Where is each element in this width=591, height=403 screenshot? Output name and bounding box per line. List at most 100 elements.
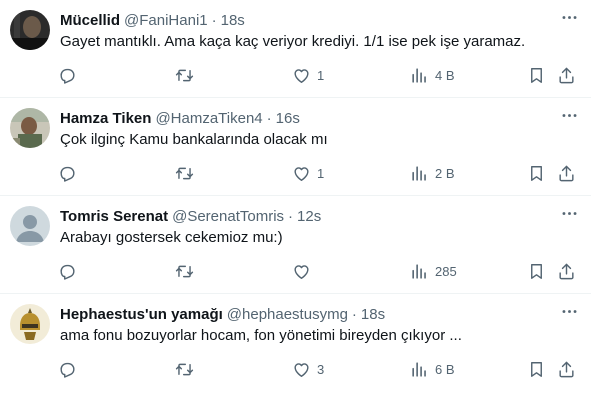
bookmark-icon [527, 164, 546, 183]
bookmark-icon [527, 66, 546, 85]
user-handle[interactable]: @hephaestusymg [227, 306, 348, 323]
reply-button[interactable] [58, 62, 77, 88]
separator-dot: · [351, 305, 357, 323]
reply-icon [58, 164, 77, 183]
like-heart-icon [292, 66, 311, 85]
like-heart-icon [292, 262, 311, 281]
action-bar: 1 4 B [48, 62, 583, 88]
views-bar-chart-icon [410, 262, 429, 281]
action-bar: 1 2 B [48, 160, 583, 186]
action-bar: 3 6 B [48, 356, 583, 382]
views-bar-chart-icon [410, 360, 429, 379]
share-button[interactable] [557, 160, 576, 186]
separator-dot: · [211, 11, 217, 29]
retweet-icon [175, 360, 194, 379]
share-button[interactable] [557, 62, 576, 88]
like-button[interactable] [292, 258, 317, 284]
reply-tweet[interactable]: Hamza Tiken @HamzaTiken4 · 16s Çok ilgin… [0, 98, 591, 196]
reply-tweet[interactable]: Mücellid @FaniHani1 · 18s Gayet mantıklı… [0, 0, 591, 98]
reply-tweet[interactable]: Hephaestus'un yamağı @hephaestusymg · 18… [0, 294, 591, 392]
tweet-header: Hamza Tiken @HamzaTiken4 · 16s [60, 108, 579, 128]
reply-button[interactable] [58, 258, 77, 284]
like-count: 1 [317, 67, 325, 83]
like-heart-icon [292, 360, 311, 379]
timestamp[interactable]: 12s [297, 208, 321, 225]
avatar[interactable] [10, 108, 50, 148]
views-bar-chart-icon [410, 66, 429, 85]
bookmark-icon [527, 360, 546, 379]
display-name[interactable]: Tomris Serenat [60, 208, 168, 225]
bookmark-button[interactable] [527, 160, 546, 186]
view-count: 6 B [435, 361, 455, 377]
user-handle[interactable]: @SerenatTomris [172, 208, 284, 225]
views-button[interactable]: 4 B [410, 62, 455, 88]
tweet-header: Mücellid @FaniHani1 · 18s [60, 10, 579, 30]
retweet-button[interactable] [175, 258, 194, 284]
retweet-button[interactable] [175, 160, 194, 186]
display-name[interactable]: Hamza Tiken [60, 110, 151, 127]
timestamp[interactable]: 18s [221, 12, 245, 29]
user-handle[interactable]: @FaniHani1 [124, 12, 208, 29]
reply-button[interactable] [58, 160, 77, 186]
tweet-text: Arabayı gostersek cekemioz mu:) [60, 229, 283, 246]
like-heart-icon [292, 164, 311, 183]
more-options-button[interactable] [557, 204, 581, 228]
user-handle[interactable]: @HamzaTiken4 [155, 110, 262, 127]
share-icon [557, 262, 576, 281]
reply-icon [58, 262, 77, 281]
views-button[interactable]: 6 B [410, 356, 455, 382]
more-horizontal-icon [560, 8, 579, 32]
reply-icon [58, 360, 77, 379]
action-bar: 285 [48, 258, 583, 284]
like-count: 3 [317, 361, 325, 377]
more-horizontal-icon [560, 302, 579, 326]
retweet-icon [175, 262, 194, 281]
bookmark-button[interactable] [527, 258, 546, 284]
more-horizontal-icon [560, 204, 579, 228]
view-count: 4 B [435, 67, 455, 83]
retweet-icon [175, 164, 194, 183]
share-icon [557, 360, 576, 379]
retweet-icon [175, 66, 194, 85]
separator-dot: · [266, 109, 272, 127]
more-options-button[interactable] [557, 106, 581, 130]
reply-feed: Mücellid @FaniHani1 · 18s Gayet mantıklı… [0, 0, 591, 392]
share-button[interactable] [557, 258, 576, 284]
views-bar-chart-icon [410, 164, 429, 183]
bookmark-button[interactable] [527, 62, 546, 88]
view-count: 285 [435, 263, 457, 279]
tweet-text: Gayet mantıklı. Ama kaça kaç veriyor kre… [60, 33, 526, 50]
bookmark-button[interactable] [527, 356, 546, 382]
more-options-button[interactable] [557, 302, 581, 326]
more-options-button[interactable] [557, 8, 581, 32]
more-horizontal-icon [560, 106, 579, 130]
retweet-button[interactable] [175, 356, 194, 382]
like-button[interactable]: 1 [292, 62, 324, 88]
like-button[interactable]: 3 [292, 356, 324, 382]
tweet-text: Çok ilginç Kamu bankalarında olacak mı [60, 131, 328, 148]
reply-button[interactable] [58, 356, 77, 382]
tweet-header: Hephaestus'un yamağı @hephaestusymg · 18… [60, 304, 579, 324]
like-button[interactable]: 1 [292, 160, 324, 186]
tweet-text: ama fonu bozuyorlar hocam, fon yönetimi … [60, 327, 462, 344]
reply-icon [58, 66, 77, 85]
reply-tweet[interactable]: Tomris Serenat @SerenatTomris · 12s Arab… [0, 196, 591, 294]
share-icon [557, 164, 576, 183]
retweet-button[interactable] [175, 62, 194, 88]
views-button[interactable]: 2 B [410, 160, 455, 186]
separator-dot: · [288, 207, 294, 225]
timestamp[interactable]: 16s [276, 110, 300, 127]
share-button[interactable] [557, 356, 576, 382]
timestamp[interactable]: 18s [361, 306, 385, 323]
views-button[interactable]: 285 [410, 258, 457, 284]
avatar[interactable] [10, 206, 50, 246]
like-count: 1 [317, 165, 325, 181]
view-count: 2 B [435, 165, 455, 181]
display-name[interactable]: Hephaestus'un yamağı [60, 306, 223, 323]
avatar[interactable] [10, 304, 50, 344]
avatar[interactable] [10, 10, 50, 50]
display-name[interactable]: Mücellid [60, 12, 120, 29]
bookmark-icon [527, 262, 546, 281]
share-icon [557, 66, 576, 85]
tweet-header: Tomris Serenat @SerenatTomris · 12s [60, 206, 579, 226]
